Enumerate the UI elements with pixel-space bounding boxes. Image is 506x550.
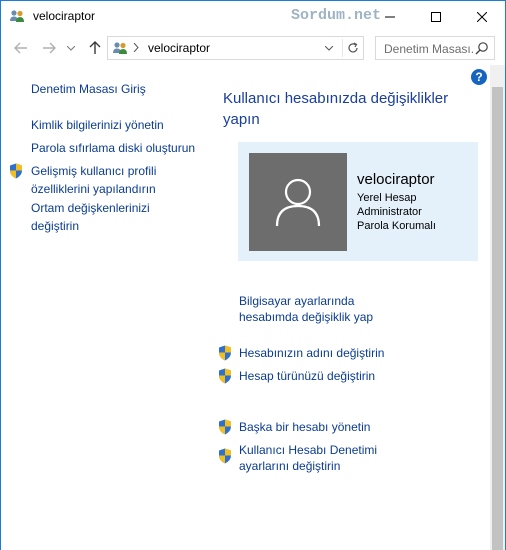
search-box[interactable]: Denetim Masası... bbox=[375, 36, 495, 60]
scrollbar-thumb[interactable] bbox=[492, 87, 503, 550]
forward-button[interactable] bbox=[39, 39, 59, 57]
maximize-button[interactable] bbox=[413, 1, 459, 32]
title-bar[interactable]: velociraptor Sordum.net bbox=[1, 1, 505, 32]
address-dropdown[interactable] bbox=[323, 41, 335, 55]
shield-icon bbox=[219, 368, 231, 384]
manage-another-account-link[interactable]: Başka bir hesabı yönetin bbox=[239, 419, 370, 435]
close-icon bbox=[477, 11, 487, 22]
uac-settings-link[interactable]: Kullanıcı Hesabı Denetimi ayarlarını değ… bbox=[239, 442, 377, 474]
change-account-type-link[interactable]: Hesap türünüzü değiştirin bbox=[239, 368, 375, 384]
window: velociraptor Sordum.net velociraptor Den… bbox=[0, 0, 506, 550]
users-icon bbox=[10, 10, 24, 22]
search-icon bbox=[475, 42, 488, 55]
address-text: velociraptor bbox=[148, 41, 211, 55]
search-placeholder: Denetim Masası... bbox=[384, 42, 474, 56]
shield-icon bbox=[219, 419, 231, 435]
page-title-line: Kullanıcı hesabınızda değişiklikler bbox=[223, 90, 449, 107]
sidebar-item-control-panel-home[interactable]: Denetim Masası Giriş bbox=[31, 80, 146, 98]
sidebar-item-environment-variables[interactable]: Ortam değişkenlerinizi değiştirin bbox=[31, 199, 150, 235]
maximize-icon bbox=[431, 11, 441, 22]
link-label: Bilgisayar ayarlarında bbox=[239, 294, 355, 308]
password-status: Parola Korumalı bbox=[357, 220, 436, 232]
chevron-down-icon bbox=[325, 45, 333, 51]
page-title: Kullanıcı hesabınızda değişiklikler yapı… bbox=[223, 88, 473, 130]
shield-icon bbox=[219, 345, 231, 361]
vertical-scrollbar[interactable] bbox=[490, 65, 505, 550]
sidebar-item-label: özelliklerini yapılandırın bbox=[31, 182, 156, 196]
chevron-down-icon bbox=[67, 45, 75, 51]
page-title-line: yapın bbox=[223, 111, 260, 128]
sidebar-item-label: Ortam değişkenlerinizi bbox=[31, 201, 150, 215]
back-arrow-icon bbox=[14, 42, 27, 54]
users-icon bbox=[113, 42, 127, 54]
up-button[interactable] bbox=[85, 39, 105, 57]
help-icon[interactable]: ? bbox=[471, 69, 487, 85]
refresh-button[interactable] bbox=[342, 39, 362, 57]
shield-icon bbox=[219, 448, 231, 464]
sidebar-item-advanced-profile[interactable]: Gelişmiş kullanıcı profili özelliklerini… bbox=[31, 162, 156, 198]
link-label: hesabımda değişiklik yap bbox=[239, 310, 374, 324]
refresh-icon bbox=[347, 42, 358, 53]
pc-settings-account-link[interactable]: Bilgisayar ayarlarında hesabımda değişik… bbox=[239, 293, 373, 325]
account-type: Yerel Hesap bbox=[357, 192, 417, 204]
sidebar-item-label: Gelişmiş kullanıcı profili bbox=[31, 164, 157, 178]
navigation-bar: velociraptor Denetim Masası... bbox=[1, 32, 505, 65]
sidebar-item-password-reset-disk[interactable]: Parola sıfırlama diski oluşturun bbox=[31, 139, 195, 157]
change-account-name-link[interactable]: Hesabınızın adını değiştirin bbox=[239, 345, 384, 361]
minimize-icon bbox=[385, 16, 395, 17]
window-title: velociraptor bbox=[33, 9, 96, 23]
link-label: ayarlarını değiştirin bbox=[239, 459, 341, 473]
forward-arrow-icon bbox=[43, 42, 56, 54]
avatar bbox=[249, 153, 347, 251]
sidebar-item-manage-credentials[interactable]: Kimlik bilgilerinizi yönetin bbox=[31, 116, 164, 134]
address-bar[interactable]: velociraptor bbox=[107, 36, 364, 60]
sidebar-item-label: değiştirin bbox=[31, 219, 80, 233]
user-info-panel: velociraptor Yerel Hesap Administrator P… bbox=[238, 142, 478, 261]
recent-locations-dropdown[interactable] bbox=[66, 41, 76, 55]
back-button[interactable] bbox=[11, 39, 31, 57]
link-label: Kullanıcı Hesabı Denetimi bbox=[239, 443, 378, 457]
user-silhouette-icon bbox=[275, 178, 321, 227]
minimize-button[interactable] bbox=[367, 1, 413, 32]
chevron-right-icon bbox=[133, 43, 139, 52]
close-button[interactable] bbox=[459, 1, 505, 32]
user-name: velociraptor bbox=[357, 171, 435, 188]
up-arrow-icon bbox=[89, 41, 101, 54]
shield-icon bbox=[10, 163, 22, 179]
account-role: Administrator bbox=[357, 206, 422, 218]
